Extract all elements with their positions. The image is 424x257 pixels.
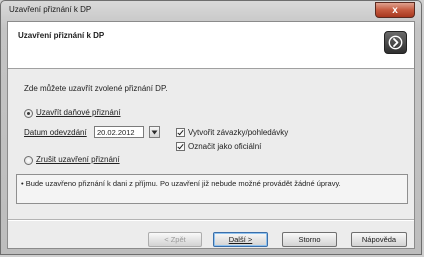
close-return-label[interactable]: Uzavřít daňové přiznání xyxy=(36,108,121,117)
calendar-dropdown-button[interactable] xyxy=(149,126,160,138)
create-liabilities-label[interactable]: Vytvořit závazky/pohledávky xyxy=(188,128,288,137)
create-liabilities-checkbox[interactable] xyxy=(176,128,185,137)
date-label-text: Datum odevzdání xyxy=(24,128,87,137)
window-title: Uzavření přiznání k DP xyxy=(9,5,92,14)
button-separator xyxy=(8,219,414,221)
intro-text: Zde můžete uzavřít zvolené přiznání DP. xyxy=(24,84,168,93)
next-button-text: Další > xyxy=(228,235,253,244)
close-button[interactable]: x xyxy=(375,2,415,18)
wizard-title: Uzavření přiznání k DP xyxy=(18,31,105,40)
mark-official-label[interactable]: Označit jako oficiální xyxy=(188,142,261,151)
chevron-down-icon xyxy=(151,130,158,134)
next-button[interactable]: Další > xyxy=(213,232,268,247)
wizard-header: Uzavření přiznání k DP xyxy=(8,22,414,69)
back-button[interactable]: < Zpět xyxy=(148,232,202,247)
info-box: • Bude uzavřeno přiznání k dani z příjmu… xyxy=(16,174,408,204)
info-text: • Bude uzavřeno přiznání k dani z příjmu… xyxy=(21,179,341,188)
dialog-client: Uzavření přiznání k DP Zde můžete uzavří… xyxy=(7,21,415,249)
close-return-text: Uzavřít daňové přiznání xyxy=(36,108,121,117)
title-bar[interactable]: Uzavření přiznání k DP x xyxy=(1,1,421,19)
date-label: Datum odevzdání xyxy=(24,128,87,137)
close-icon: x xyxy=(392,4,398,16)
cancel-closing-label[interactable]: Zrušit uzavření přiznání xyxy=(36,155,120,164)
wizard-arrow-icon xyxy=(384,31,407,54)
submission-date-input[interactable]: 20.02.2012 xyxy=(94,126,144,138)
mark-official-checkbox[interactable] xyxy=(176,142,185,151)
dialog-window: Uzavření přiznání k DP x Uzavření přizná… xyxy=(0,0,422,255)
help-button[interactable]: Nápověda xyxy=(351,232,407,247)
cancel-button[interactable]: Storno xyxy=(282,232,337,247)
cancel-closing-text: Zrušit uzavření přiznání xyxy=(36,155,120,164)
close-return-radio[interactable] xyxy=(24,109,33,118)
cancel-closing-radio[interactable] xyxy=(24,156,33,165)
